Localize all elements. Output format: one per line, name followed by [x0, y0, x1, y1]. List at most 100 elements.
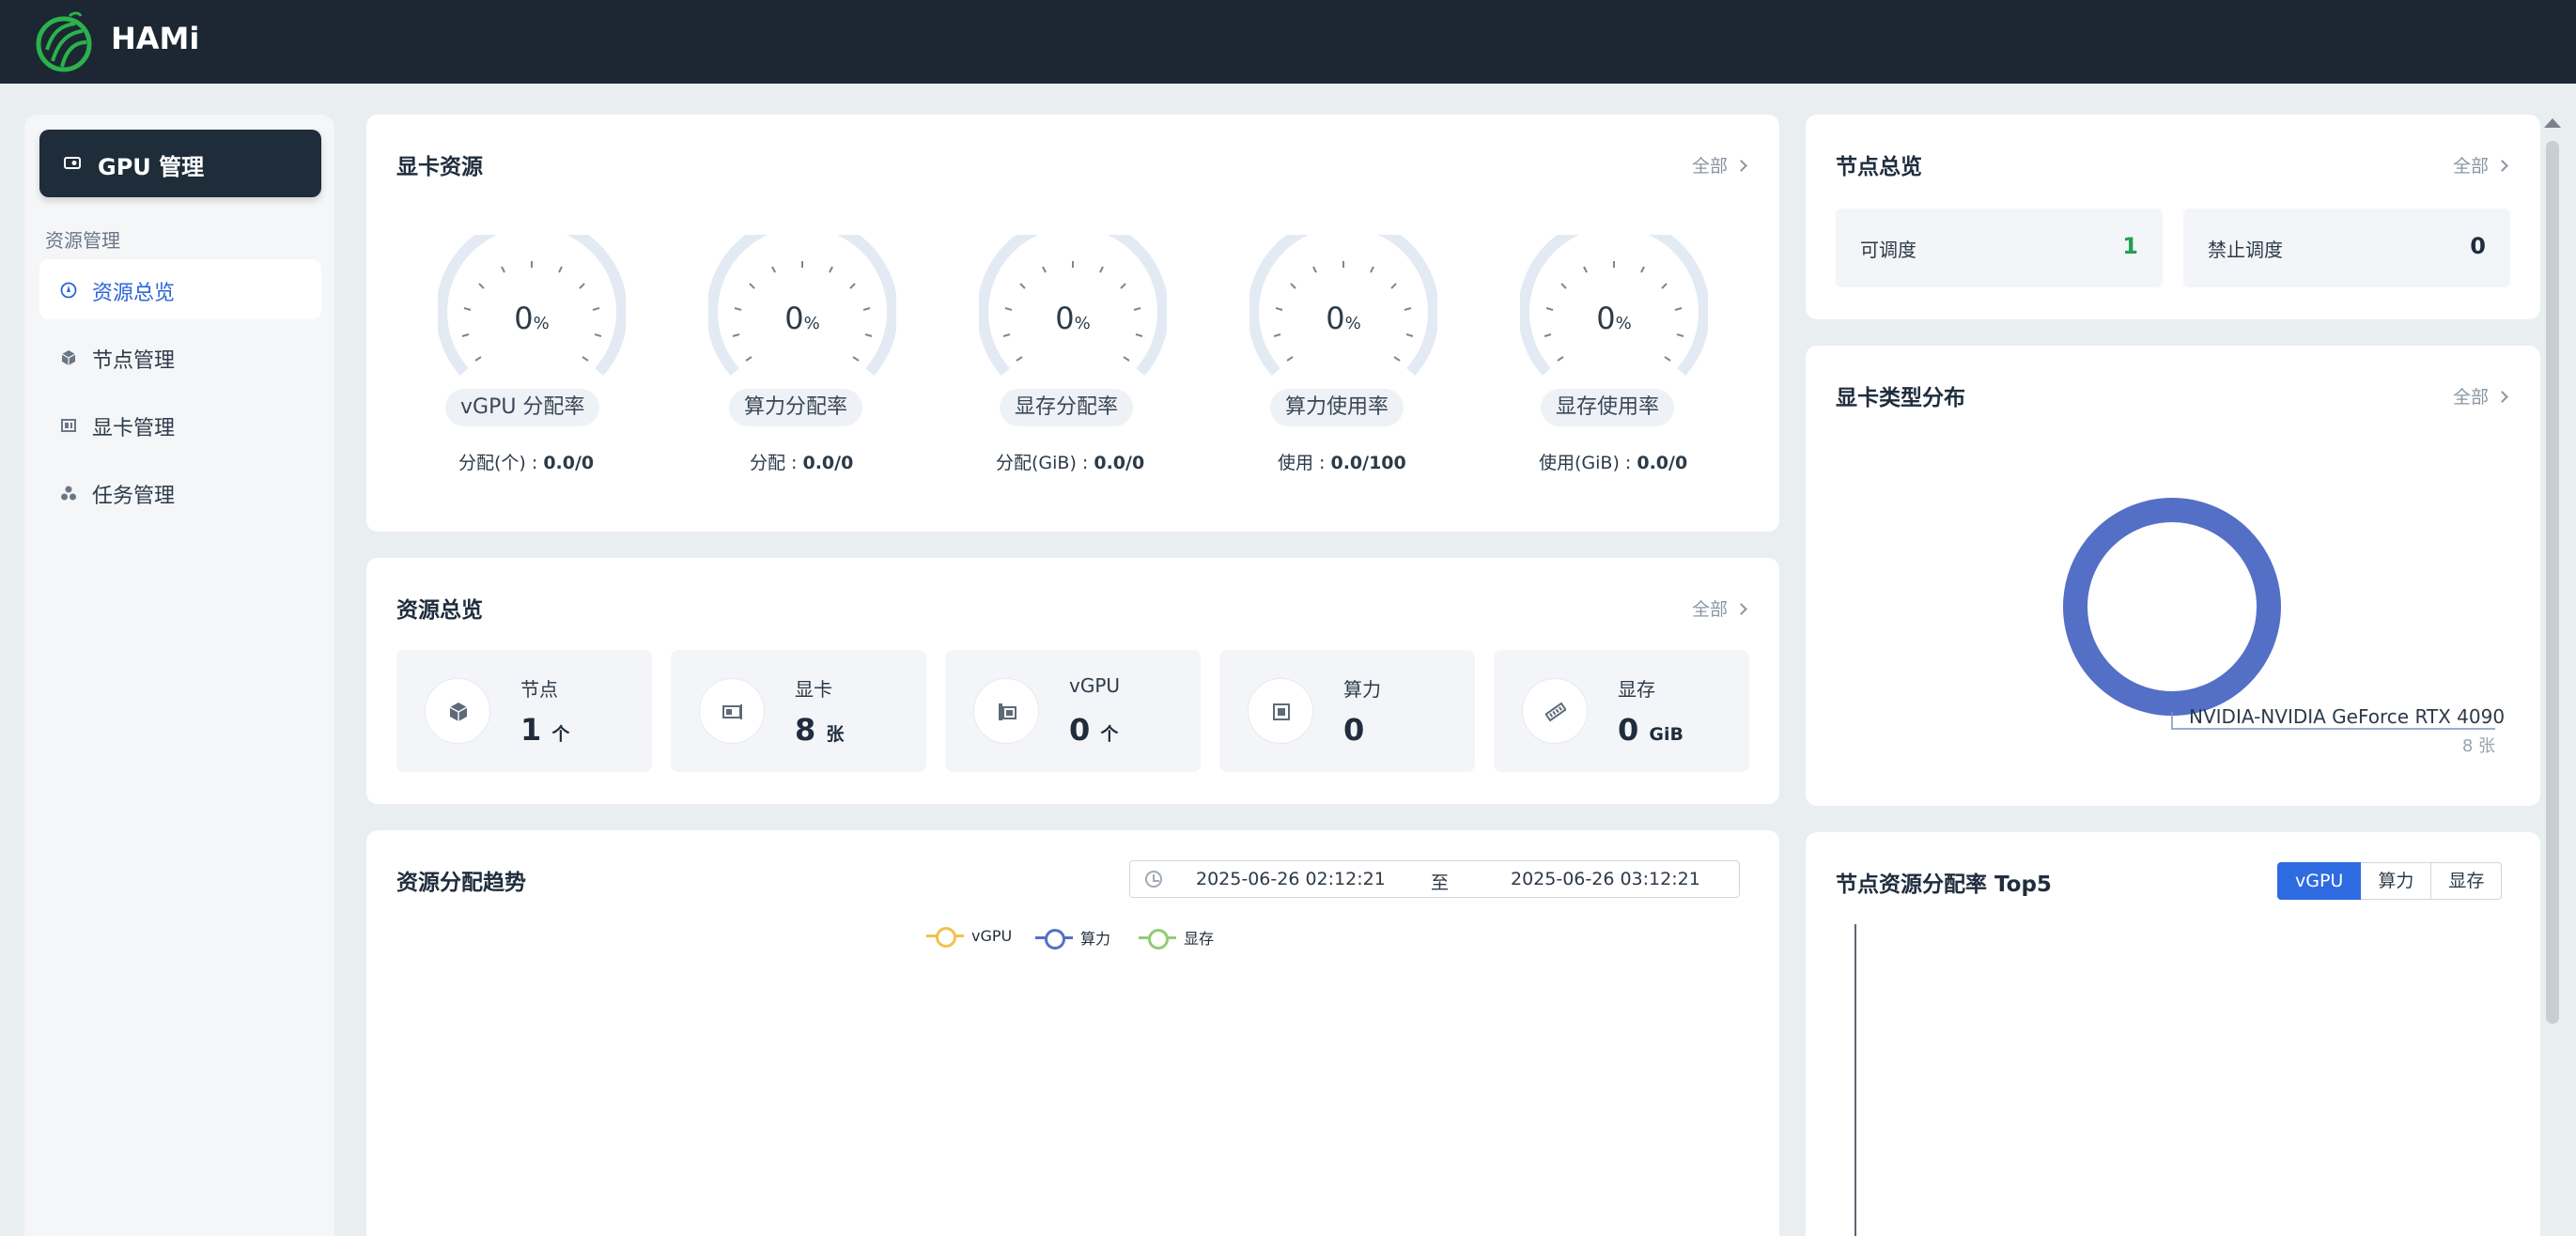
task-icon: [61, 486, 76, 501]
card-title: 显卡资源: [396, 155, 483, 179]
tile-value: 1 个: [520, 712, 570, 748]
sidebar-group-label: 资源管理: [45, 229, 120, 252]
tile-icon-circle: [1522, 678, 1588, 744]
resource-tile-nodes: 节点 1 个: [396, 650, 652, 772]
view-all-link[interactable]: 全部: [2453, 152, 2508, 178]
date-range-picker[interactable]: 2025-06-26 02:12:21 至 2025-06-26 03:12:2…: [1129, 860, 1740, 898]
card-title: 节点总览: [1836, 155, 1922, 179]
gauge-value: 0%: [1596, 301, 1632, 336]
gpu-card-icon: [61, 419, 76, 432]
top-bar: HAMi: [0, 0, 2576, 84]
hami-logo-icon: [36, 11, 92, 72]
view-all-link[interactable]: 全部: [1692, 152, 1747, 178]
page-scrollbar[interactable]: [2546, 131, 2559, 1033]
tile-icon-circle: [425, 678, 490, 744]
sidebar-item-label: 显卡管理: [92, 417, 176, 440]
tile-value: 0 GiB: [1618, 712, 1684, 748]
scrollbar-thumb[interactable]: [2546, 141, 2559, 1024]
legend-label: 算力: [1080, 930, 1111, 948]
tile-icon-circle: [973, 678, 1039, 744]
date-start[interactable]: 2025-06-26 02:12:21: [1196, 869, 1386, 889]
sidebar: GPU 管理 资源管理 资源总览 节点管理 显卡管理 任务管理: [24, 115, 334, 1236]
tile-icon-circle: [699, 678, 765, 744]
node-stat-schedulable[interactable]: 可调度 1: [1836, 209, 2163, 287]
date-separator: 至: [1431, 873, 1450, 893]
gpu-resources-card: 显卡资源 全部 0% vGPU 分配率 分配(个) : 0.0/0 0% 算力分…: [366, 115, 1779, 532]
tile-icon-circle: [1248, 678, 1313, 744]
clock-icon: [1145, 871, 1162, 888]
gauge-value: 0%: [784, 301, 820, 336]
sidebar-item-resource-overview[interactable]: 资源总览: [39, 259, 321, 319]
node-allocation-top5-card: 节点资源分配率 Top5 vGPU 算力 显存: [1806, 832, 2540, 1236]
gauge-label: vGPU 分配率: [445, 389, 600, 426]
dashboard-icon: [60, 282, 77, 299]
node-stat-unschedulable[interactable]: 禁止调度 0: [2183, 209, 2510, 287]
gpu-card-icon: [64, 157, 81, 169]
sidebar-item-gpu-management[interactable]: 显卡管理: [39, 394, 321, 455]
date-end[interactable]: 2025-06-26 03:12:21: [1511, 869, 1700, 889]
gauge-stat: 使用(GiB) : 0.0/0: [1539, 453, 1688, 473]
legend-marker-icon: [926, 926, 964, 948]
tile-label: vGPU: [1069, 674, 1121, 697]
card-title: 资源分配趋势: [396, 871, 526, 895]
gauge-stat: 使用 : 0.0/100: [1278, 453, 1406, 473]
top5-tab-group: vGPU 算力 显存: [2277, 862, 2503, 900]
gauge-label: 显存分配率: [1000, 389, 1134, 426]
legend-marker-icon: [1139, 928, 1176, 950]
tile-label: 节点: [520, 678, 558, 701]
legend-label: 显存: [1184, 930, 1215, 948]
legend-item-compute[interactable]: 算力: [1035, 926, 1111, 950]
gpu-type-distribution-card: 显卡类型分布 全部 NVIDIA-NVIDIA GeForce RTX 4090…: [1806, 346, 2540, 806]
sidebar-item-task-management[interactable]: 任务管理: [39, 462, 321, 522]
gpu-management-button[interactable]: GPU 管理: [39, 130, 321, 197]
donut-slice[interactable]: [2063, 498, 2281, 716]
gauge-memory-usage: 0% 显存使用率 使用(GiB) : 0.0/0: [1520, 235, 1708, 488]
legend-item-vgpu[interactable]: vGPU: [926, 926, 1013, 948]
chevron-right-icon: [2496, 160, 2508, 172]
gauge-vgpu-allocation: 0% vGPU 分配率 分配(个) : 0.0/0: [438, 235, 626, 488]
app-title: HAMi: [111, 21, 200, 56]
slice-label: NVIDIA-NVIDIA GeForce RTX 4090: [2189, 705, 2505, 728]
gauge-label: 算力使用率: [1270, 389, 1404, 426]
sidebar-item-label: 节点管理: [92, 349, 176, 373]
gauge-stat: 分配(GiB) : 0.0/0: [996, 453, 1145, 473]
resource-tile-gpus: 显卡 8 张: [671, 650, 926, 772]
resource-tile-compute: 算力 0: [1219, 650, 1475, 772]
node-stat-label: 可调度: [1860, 239, 1916, 261]
gauge-compute-allocation: 0% 算力分配率 分配 : 0.0/0: [708, 235, 896, 488]
vgpu-icon: [999, 703, 1016, 720]
tile-label: 显卡: [795, 678, 832, 701]
gauge-compute-usage: 0% 算力使用率 使用 : 0.0/100: [1249, 235, 1437, 488]
gauge-value: 0%: [514, 301, 550, 336]
scroll-up-arrow-icon[interactable]: [2544, 118, 2561, 128]
memory-icon: [1545, 702, 1566, 722]
card-title: 节点资源分配率 Top5: [1836, 873, 2052, 897]
tab-compute[interactable]: 算力: [2361, 862, 2432, 900]
tab-vgpu[interactable]: vGPU: [2277, 862, 2362, 900]
tile-value: 8 张: [795, 712, 845, 748]
tile-value: 0 个: [1069, 712, 1119, 748]
node-stat-value: 1: [2122, 233, 2138, 259]
gpu-type-donut-chart: NVIDIA-NVIDIA GeForce RTX 4090 8 张: [2063, 498, 2505, 756]
legend-label: vGPU: [971, 926, 1013, 945]
tab-memory[interactable]: 显存: [2431, 862, 2503, 900]
node-stat-label: 禁止调度: [2208, 239, 2283, 261]
legend-item-memory[interactable]: 显存: [1139, 926, 1215, 950]
gauge-label: 算力分配率: [729, 389, 863, 426]
gauge-value: 0%: [1055, 301, 1091, 336]
resource-tile-vgpu: vGPU 0 个: [945, 650, 1201, 772]
resource-tile-memory: 显存 0 GiB: [1494, 650, 1749, 772]
sidebar-item-label: 任务管理: [92, 485, 176, 508]
chevron-right-icon: [1735, 160, 1747, 172]
view-all-label: 全部: [1691, 599, 1728, 620]
chip-icon: [1273, 703, 1290, 720]
allocation-trend-card: 资源分配趋势 2025-06-26 02:12:21 至 2025-06-26 …: [366, 830, 1779, 1236]
card-title: 资源总览: [396, 598, 483, 623]
view-all-link[interactable]: 全部: [1691, 595, 1747, 621]
node-stat-value: 0: [2470, 233, 2486, 259]
slice-value-label: 8 张: [2462, 736, 2495, 756]
gpu-management-label: GPU 管理: [98, 154, 205, 180]
gauge-stat: 分配 : 0.0/0: [750, 453, 854, 473]
chart-y-axis: [1854, 924, 1856, 1236]
sidebar-item-node-management[interactable]: 节点管理: [39, 327, 321, 387]
